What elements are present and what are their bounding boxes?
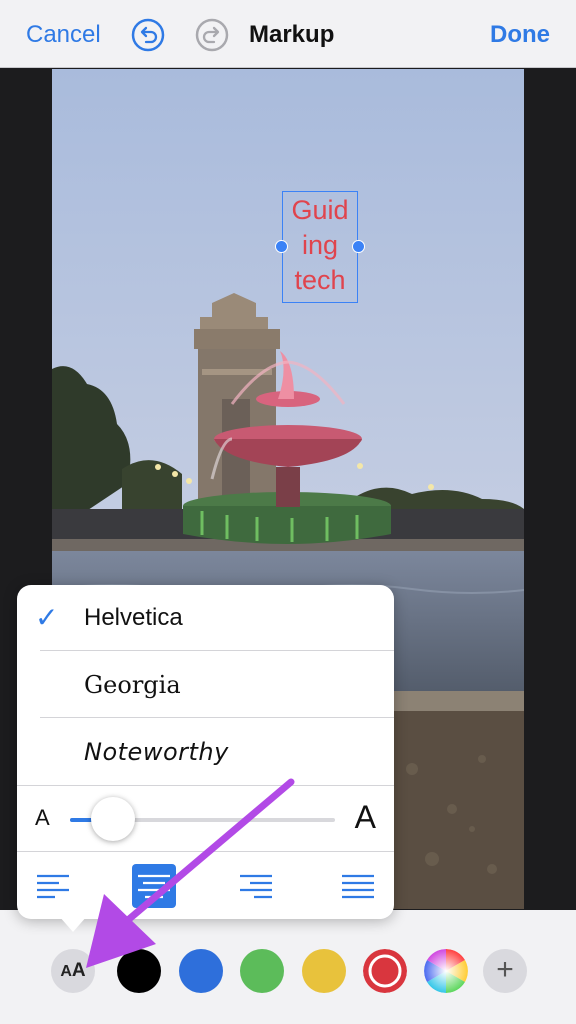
annotation-line: tech <box>294 265 346 295</box>
nav-bar: Cancel Markup Done <box>0 0 576 68</box>
popover-tail <box>59 916 87 932</box>
font-option-georgia[interactable]: Georgia <box>17 652 394 719</box>
annotation-line: Guid <box>291 195 349 225</box>
add-button[interactable]: + <box>483 949 527 993</box>
font-option-noteworthy[interactable]: Noteworthy <box>17 719 394 786</box>
divider <box>40 717 394 718</box>
undo-icon[interactable] <box>131 18 165 52</box>
color-swatch-black[interactable] <box>117 949 161 993</box>
checkmark-icon: ✓ <box>35 602 59 633</box>
text-style-button[interactable]: AA <box>51 949 95 993</box>
font-size-small-label: A <box>35 805 50 830</box>
font-name: Georgia <box>84 671 181 699</box>
color-swatch-yellow[interactable] <box>302 949 346 993</box>
font-popover: ✓ Helvetica Georgia Noteworthy A A <box>17 585 394 919</box>
divider <box>17 851 394 852</box>
aa-small: A <box>60 963 72 980</box>
annotation-line: ing <box>301 230 339 260</box>
cancel-button[interactable]: Cancel <box>26 20 101 50</box>
font-option-helvetica[interactable]: ✓ Helvetica <box>17 585 394 652</box>
resize-handle-right[interactable] <box>352 240 365 253</box>
divider <box>17 785 394 786</box>
font-name: Noteworthy <box>84 738 229 766</box>
page-title: Markup <box>249 21 335 48</box>
divider <box>40 650 394 651</box>
align-right-icon[interactable] <box>234 864 278 908</box>
text-annotation[interactable]: Guid ing tech <box>282 193 358 298</box>
font-size-large-label: A <box>354 799 376 835</box>
color-swatch-red-selected[interactable] <box>363 949 407 993</box>
color-swatch-blue[interactable] <box>179 949 223 993</box>
done-button[interactable]: Done <box>490 20 550 50</box>
align-center-icon[interactable] <box>132 864 176 908</box>
font-name: Helvetica <box>84 604 183 631</box>
font-size-slider-thumb[interactable] <box>91 797 135 841</box>
color-wheel-icon[interactable] <box>424 949 468 993</box>
aa-big: A <box>71 960 86 981</box>
redo-icon[interactable] <box>195 18 229 52</box>
resize-handle-left[interactable] <box>275 240 288 253</box>
align-left-icon[interactable] <box>31 864 75 908</box>
color-swatch-green[interactable] <box>240 949 284 993</box>
align-justify-icon[interactable] <box>336 864 380 908</box>
